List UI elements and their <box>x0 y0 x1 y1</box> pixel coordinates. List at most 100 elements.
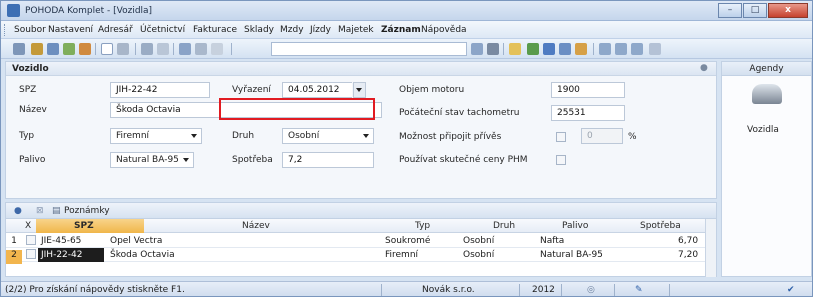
date-picker-button[interactable] <box>353 82 366 98</box>
tab-poznamky[interactable]: Poznámky <box>64 206 110 216</box>
phm-label: Používat skutečné ceny PHM <box>399 155 528 165</box>
cell-palivo: Natural BA-95 <box>540 250 603 260</box>
menu-zaznam[interactable]: Záznam <box>381 25 421 35</box>
table-row[interactable]: 2 JIH-22-42 Škoda Octavia Firemní Osobní… <box>6 248 716 264</box>
privesa-checkbox[interactable] <box>556 132 566 142</box>
menu-fakturace[interactable]: Fakturace <box>193 25 237 35</box>
back-arrow-icon[interactable] <box>141 43 153 55</box>
row-checkbox[interactable] <box>26 235 36 245</box>
col-nazev[interactable]: Název <box>242 221 270 231</box>
cell-druh: Osobní <box>463 236 495 246</box>
palivo-label: Palivo <box>19 155 46 165</box>
report-icon[interactable] <box>631 43 643 55</box>
vehicle-table: ● ⊠ ▤ Poznámky X SPZ Název Typ Druh Pali… <box>5 202 717 277</box>
form-header: Vozidlo ● <box>6 62 716 76</box>
status-indicator-icon: ◎ <box>587 285 595 295</box>
col-x[interactable]: X <box>25 221 31 231</box>
agendy-vozidla[interactable]: Vozidla <box>747 125 779 135</box>
menu-adresar[interactable]: Adresář <box>98 25 133 35</box>
spz-label: SPZ <box>19 85 37 95</box>
window-title: POHODA Komplet - [Vozidla] <box>25 6 153 16</box>
table-icon[interactable] <box>615 43 627 55</box>
copy-icon[interactable] <box>211 43 223 55</box>
window-icon[interactable] <box>599 43 611 55</box>
help-icon[interactable] <box>649 43 661 55</box>
new-record-icon[interactable] <box>101 43 113 55</box>
filter-icon[interactable] <box>487 43 499 55</box>
typ-select[interactable]: Firemní <box>110 128 202 144</box>
close-button[interactable]: x <box>768 3 808 18</box>
grid-icon[interactable] <box>543 43 555 55</box>
chevron-down-icon <box>183 158 189 162</box>
col-spz[interactable]: SPZ <box>74 221 94 231</box>
typ-value: Firemní <box>116 131 150 141</box>
highlight-box <box>219 98 375 120</box>
print-icon[interactable] <box>47 43 59 55</box>
notes-icon: ▤ <box>52 206 61 216</box>
menu-nastaveni[interactable]: Nastavení <box>48 25 93 35</box>
edit-icon[interactable] <box>117 43 129 55</box>
menu-napoveda[interactable]: Nápověda <box>421 25 467 35</box>
col-spotreba[interactable]: Spotřeba <box>640 221 681 231</box>
tools-icon[interactable] <box>31 43 43 55</box>
section-title: Vozidlo <box>12 64 49 74</box>
menu-sklady[interactable]: Sklady <box>244 25 274 35</box>
spotreba-label: Spotřeba <box>232 155 273 165</box>
cell-spotreba: 7,20 <box>678 250 699 260</box>
export-icon[interactable] <box>79 43 91 55</box>
dropdown-icon[interactable] <box>471 43 483 55</box>
save-icon[interactable] <box>179 43 191 55</box>
col-typ[interactable]: Typ <box>415 221 430 231</box>
objem-label: Objem motoru <box>399 85 465 95</box>
row-checkbox[interactable] <box>26 249 36 259</box>
spotreba-input[interactable]: 7,2 <box>282 152 374 168</box>
table-row[interactable]: 1 JIE-45-65 Opel Vectra Soukromé Osobní … <box>6 234 716 248</box>
spz-input[interactable]: JIH-22-42 <box>110 82 210 98</box>
cell-spotreba: 6,70 <box>678 236 699 246</box>
vyrazeni-input[interactable]: 04.05.2012 <box>282 82 352 98</box>
druh-select[interactable]: Osobní <box>282 128 374 144</box>
menu-mzdy[interactable]: Mzdy <box>280 25 304 35</box>
status-year: 2012 <box>532 285 555 295</box>
nazev-label: Název <box>19 105 47 115</box>
filter-tab-icon[interactable]: ⊠ <box>36 206 44 216</box>
menu-soubor[interactable]: Soubor <box>14 25 46 35</box>
chevron-down-icon <box>191 134 197 138</box>
user-icon[interactable] <box>575 43 587 55</box>
menu-grip-icon <box>4 24 7 36</box>
status-company: Novák s.r.o. <box>422 285 475 295</box>
menu-ucetnictvi[interactable]: Účetnictví <box>140 25 185 35</box>
collapse-icon[interactable]: ● <box>700 63 708 73</box>
folder-icon[interactable] <box>509 43 521 55</box>
menu-jizdy[interactable]: Jízdy <box>310 25 331 35</box>
privesa-percent-input[interactable]: 0 <box>581 128 623 144</box>
properties-icon[interactable] <box>13 43 25 55</box>
col-palivo[interactable]: Palivo <box>562 221 588 231</box>
status-hint: (2/2) Pro získání nápovědy stiskněte F1. <box>5 285 185 295</box>
table-scrollbar[interactable] <box>705 219 716 277</box>
list-icon[interactable] <box>559 43 571 55</box>
save-as-icon[interactable] <box>195 43 207 55</box>
col-druh[interactable]: Druh <box>493 221 515 231</box>
stav-input[interactable]: 25531 <box>551 105 625 121</box>
cell-spz: JIH-22-42 <box>41 250 83 260</box>
chevron-down-icon[interactable] <box>157 43 169 55</box>
minimize-button[interactable]: – <box>718 3 742 18</box>
pen-icon: ✎ <box>635 285 643 295</box>
menu-majetek[interactable]: Majetek <box>338 25 374 35</box>
preview-icon[interactable] <box>63 43 75 55</box>
maximize-button[interactable]: □ <box>743 3 767 18</box>
vehicle-form: Vozidlo ● SPZ JIH-22-42 Vyřazení 04.05.2… <box>5 61 717 199</box>
dot-icon[interactable]: ● <box>14 206 22 216</box>
cell-typ: Soukromé <box>385 236 431 246</box>
vyrazeni-label: Vyřazení <box>232 85 271 95</box>
palivo-select[interactable]: Natural BA-95 <box>110 152 194 168</box>
menu-bar: Soubor Nastavení Adresář Účetnictví Fakt… <box>1 21 812 39</box>
ok-icon: ✔ <box>787 285 795 295</box>
phm-checkbox[interactable] <box>556 155 566 165</box>
vehicle-icon[interactable] <box>752 84 782 104</box>
refresh-icon[interactable] <box>527 43 539 55</box>
quick-search-input[interactable] <box>271 42 467 56</box>
objem-input[interactable]: 1900 <box>551 82 625 98</box>
pohoda-app-icon <box>7 4 20 17</box>
